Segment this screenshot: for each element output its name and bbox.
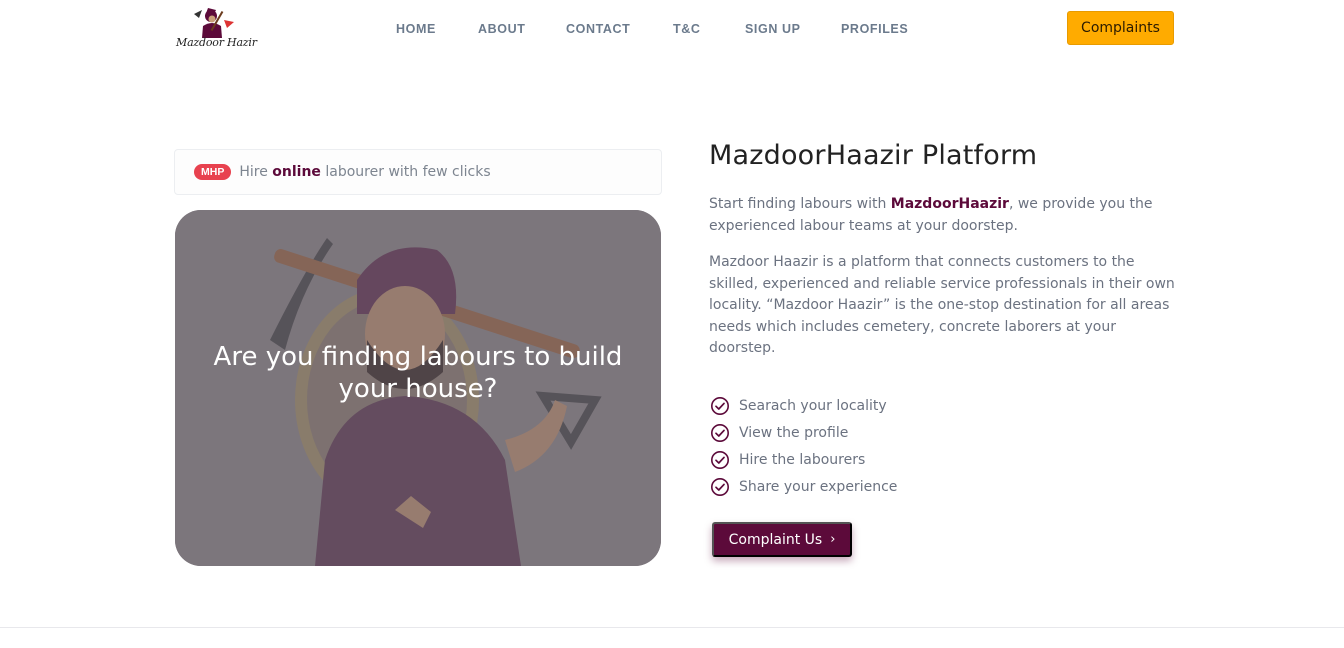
- tagline-text: Hire online labourer with few clicks: [239, 164, 490, 180]
- nav-home[interactable]: HOME: [396, 22, 436, 36]
- feature-item: Searach your locality: [710, 392, 897, 419]
- complaint-us-button[interactable]: Complaint Us ›: [712, 522, 852, 557]
- intro-prefix: Start finding labours with: [709, 196, 887, 212]
- nav-contact[interactable]: CONTACT: [566, 22, 630, 36]
- hero-image-card: Are you finding labours to build your ho…: [175, 210, 661, 566]
- hero-caption: Are you finding labours to build your ho…: [213, 342, 623, 404]
- section-title: MazdoorHaazir Platform: [709, 140, 1038, 171]
- check-circle-icon: [711, 423, 729, 442]
- feature-label: Hire the labourers: [739, 451, 866, 468]
- tagline-suffix: labourer with few clicks: [325, 164, 491, 180]
- complaint-us-label: Complaint Us: [728, 531, 823, 548]
- feature-label: View the profile: [739, 424, 849, 441]
- nav-profiles[interactable]: PROFILES: [841, 22, 908, 36]
- feature-item: Share your experience: [710, 473, 897, 500]
- intro-paragraph: Start finding labours with MazdoorHaazir…: [709, 194, 1179, 237]
- feature-item: Hire the labourers: [710, 446, 897, 473]
- chevron-right-icon: ›: [830, 532, 836, 547]
- check-circle-icon: [711, 450, 729, 469]
- logo[interactable]: Mazdoor Hazir: [172, 2, 260, 54]
- check-circle-icon: [711, 477, 729, 496]
- complaints-button[interactable]: Complaints: [1067, 11, 1174, 45]
- feature-item: View the profile: [710, 419, 897, 446]
- check-circle-icon: [711, 396, 729, 415]
- tagline-bar: MHP Hire online labourer with few clicks: [174, 149, 662, 195]
- mhp-badge: MHP: [194, 164, 232, 180]
- feature-label: Share your experience: [739, 478, 898, 495]
- tagline-prefix: Hire: [239, 164, 268, 180]
- feature-list: Searach your locality View the profile H…: [710, 392, 897, 500]
- navbar: Mazdoor Hazir HOME ABOUT CONTACT T&C SIG…: [0, 0, 1344, 60]
- description-paragraph: Mazdoor Haazir is a platform that connec…: [709, 254, 1175, 357]
- nav-sign-up[interactable]: SIGN UP: [745, 22, 801, 36]
- feature-label: Searach your locality: [739, 397, 887, 414]
- intro-brand: MazdoorHaazir: [890, 196, 1009, 212]
- tagline-highlight: online: [272, 164, 321, 180]
- section-divider: [0, 627, 1344, 628]
- nav-terms[interactable]: T&C: [673, 22, 701, 36]
- logo-text: Mazdoor Hazir: [176, 36, 257, 49]
- nav-about[interactable]: ABOUT: [478, 22, 525, 36]
